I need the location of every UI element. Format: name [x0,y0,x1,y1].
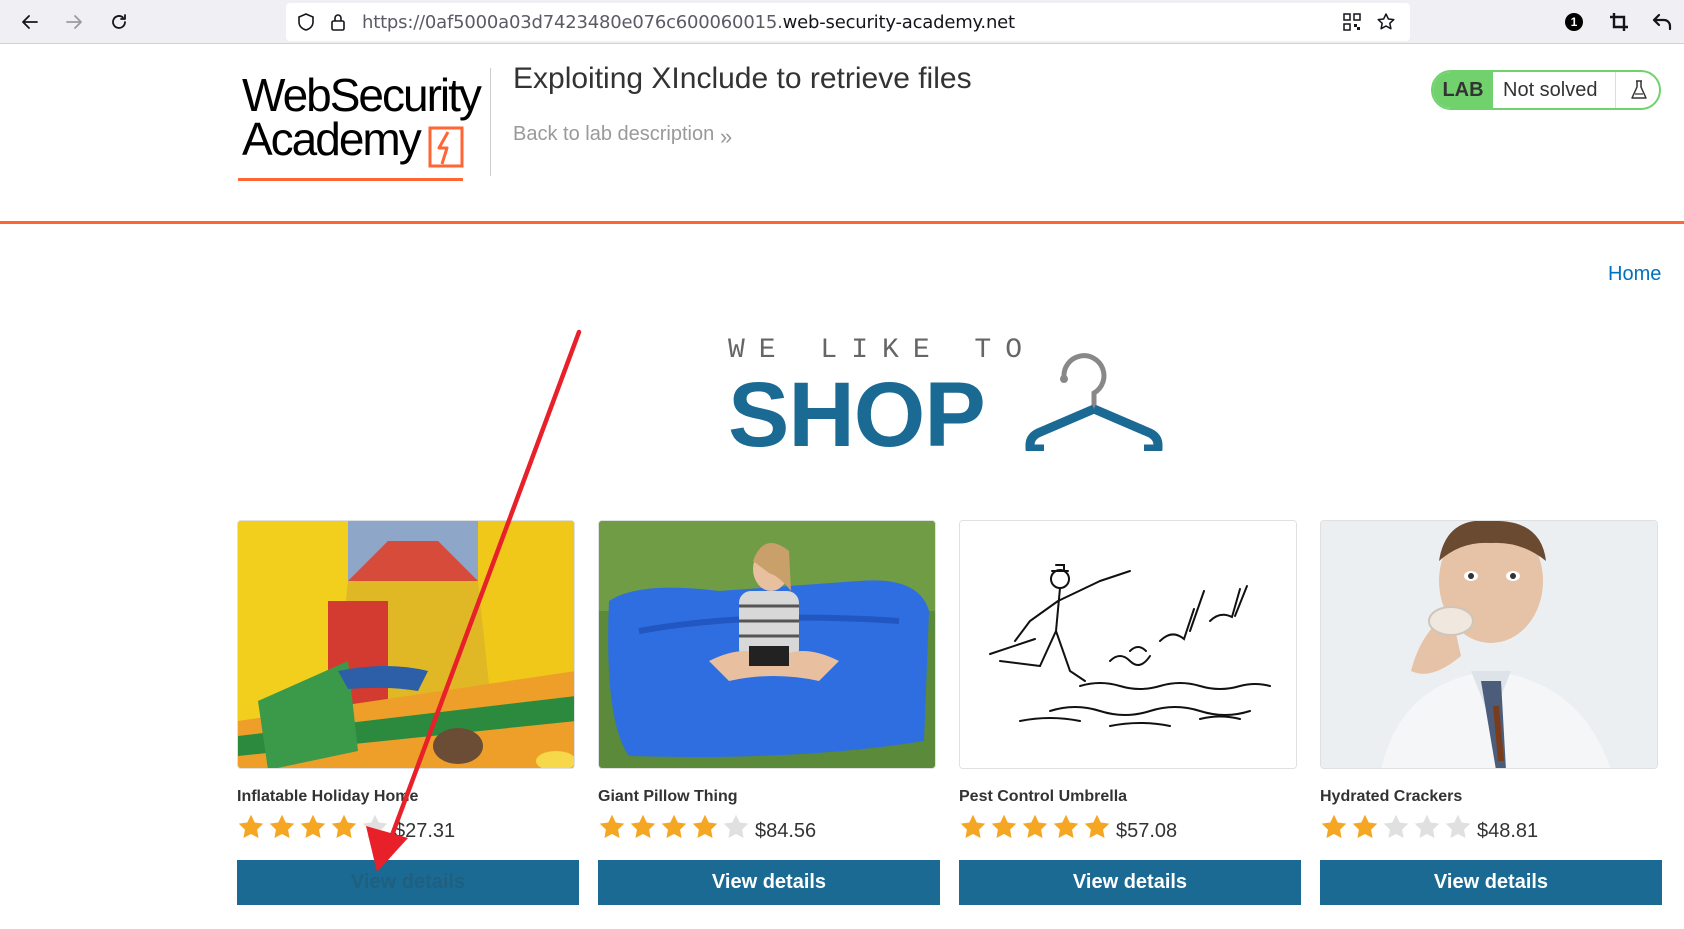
star-empty-icon [1383,814,1409,838]
product-price: $84.56 [755,820,817,842]
back-to-lab-description-link[interactable]: Back to lab description [513,123,714,146]
lab-header: WebSecurity Academy Exploiting XInclude … [0,44,1684,224]
product-rating [598,813,750,843]
view-details-button[interactable]: View details [237,860,579,905]
hanger-icon [1025,353,1163,451]
product-image-hydrated-crackers[interactable] [1320,520,1658,769]
banner-tagline: WE LIKE TO [728,335,1037,366]
star-empty-icon [1445,814,1471,838]
notification-count: 1 [1570,15,1578,29]
address-bar[interactable]: https://0af5000a03d7423480e076c600060015… [286,3,1410,41]
star-filled-icon [300,814,326,838]
logo-text-line2: Academy [242,113,422,165]
product-rating [237,813,389,843]
view-details-button[interactable]: View details [598,860,940,905]
star-filled-icon [1053,814,1079,838]
product-price: $27.31 [394,820,456,842]
product-image-inflatable-holiday-home[interactable] [237,520,575,769]
browser-toolbar: https://0af5000a03d7423480e076c600060015… [0,0,1684,44]
back-icon[interactable] [14,6,46,38]
view-details-button[interactable]: View details [1320,860,1662,905]
product-image-pest-control-umbrella[interactable] [959,520,1297,769]
star-filled-icon [692,814,718,838]
product-name: Hydrated Crackers [1320,788,1463,805]
star-filled-icon [269,814,295,838]
forward-icon[interactable] [58,6,90,38]
product-price: $57.08 [1116,820,1178,842]
lightning-icon [428,126,464,168]
product-rating [1320,813,1472,843]
lab-status-widget: LAB Not solved [1431,70,1661,110]
star-filled-icon [238,814,264,838]
we-like-to-shop-banner: WE LIKE TO SHOP [728,335,1168,466]
star-filled-icon [1321,814,1347,838]
banner-shop-text: SHOP [728,364,986,466]
product-image-giant-pillow-thing[interactable] [598,520,936,769]
product-name: Pest Control Umbrella [959,788,1128,805]
shield-icon[interactable] [296,12,316,32]
home-link[interactable]: Home [1608,263,1661,286]
lab-title: Exploiting XInclude to retrieve files [513,62,972,95]
product-rating [959,813,1111,843]
star-empty-icon [1414,814,1440,838]
star-filled-icon [960,814,986,838]
star-empty-icon [362,814,388,838]
star-filled-icon [331,814,357,838]
lab-badge: LAB [1433,72,1493,108]
crop-icon[interactable] [1603,6,1635,38]
url-host: web-security-academy.net [782,12,1016,33]
view-details-button[interactable]: View details [959,860,1301,905]
star-filled-icon [661,814,687,838]
star-filled-icon [1084,814,1110,838]
lock-icon[interactable] [328,12,348,32]
star-filled-icon [991,814,1017,838]
web-security-academy-logo[interactable]: WebSecurity Academy [238,68,488,188]
bookmark-star-icon[interactable] [1376,12,1396,32]
reload-icon[interactable] [103,6,135,38]
star-filled-icon [1352,814,1378,838]
url-text[interactable]: https://0af5000a03d7423480e076c600060015… [362,12,1015,33]
product-name: Inflatable Holiday Home [237,788,419,805]
double-chevron-right-icon: » [720,124,733,149]
lab-status-text: Not solved [1503,79,1598,101]
star-filled-icon [599,814,625,838]
star-filled-icon [630,814,656,838]
url-prefix: https://0af5000a03d7423480e076c600060015… [362,12,783,33]
product-price: $48.81 [1477,820,1539,842]
logo-underline [238,178,463,181]
star-filled-icon [1022,814,1048,838]
star-empty-icon [723,814,749,838]
extension-badge-icon[interactable]: 1 [1558,6,1590,38]
product-name: Giant Pillow Thing [598,788,738,805]
header-divider [490,68,491,176]
flask-icon [1615,72,1659,108]
undo-icon[interactable] [1646,6,1678,38]
qr-code-icon[interactable] [1342,12,1362,32]
